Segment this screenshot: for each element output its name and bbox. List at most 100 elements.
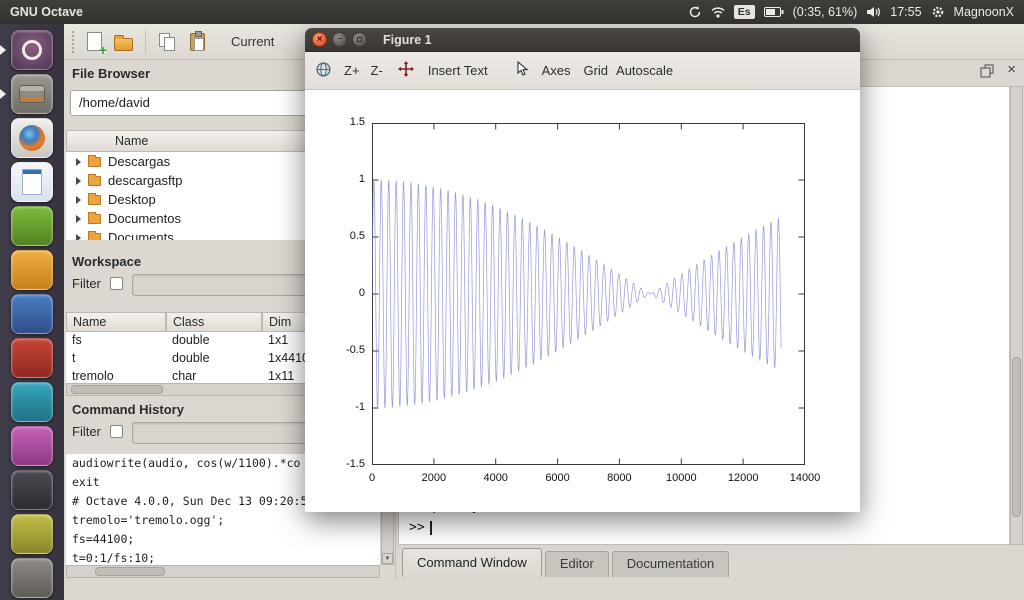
new-script-icon[interactable] bbox=[87, 32, 102, 51]
app-title: GNU Octave bbox=[10, 5, 83, 19]
launcher-icon-app-dark[interactable] bbox=[11, 470, 53, 510]
expander-icon[interactable] bbox=[76, 158, 81, 166]
launcher-icon-app-blue[interactable] bbox=[11, 294, 53, 334]
wifi-icon[interactable] bbox=[711, 6, 725, 18]
x-tick-label: 4000 bbox=[471, 472, 521, 484]
tab-editor[interactable]: Editor bbox=[545, 551, 609, 577]
history-filter-checkbox[interactable] bbox=[110, 425, 123, 438]
axes-button[interactable]: Axes bbox=[542, 63, 571, 78]
history-filter-label: Filter bbox=[72, 424, 101, 439]
text-cursor bbox=[430, 521, 432, 535]
column-header-class[interactable]: Class bbox=[166, 312, 262, 332]
figure-titlebar[interactable]: × − Figure 1 bbox=[305, 28, 860, 52]
launcher-icon-app-grey[interactable] bbox=[11, 558, 53, 598]
y-tick-label: -1.5 bbox=[323, 458, 365, 470]
current-directory-label: Current bbox=[231, 34, 274, 49]
minimize-button[interactable]: − bbox=[332, 32, 347, 47]
command-window-v-scrollbar[interactable] bbox=[1010, 86, 1023, 545]
launcher-icon-app-olive[interactable] bbox=[11, 514, 53, 554]
maximize-button[interactable] bbox=[352, 32, 367, 47]
grid-button[interactable]: Grid bbox=[583, 63, 608, 78]
axes-box[interactable] bbox=[372, 123, 805, 465]
folder-icon bbox=[88, 233, 101, 241]
zoom-out-button[interactable]: Z- bbox=[371, 63, 383, 78]
file-drawer-icon bbox=[19, 85, 45, 103]
history-h-scrollbar[interactable] bbox=[66, 565, 380, 578]
y-tick-label: -1 bbox=[323, 401, 365, 413]
launcher-dock bbox=[0, 24, 64, 600]
bottom-tab-bar: Command Window Editor Documentation bbox=[402, 548, 729, 577]
volume-icon[interactable] bbox=[866, 6, 881, 18]
y-tick-label: -0.5 bbox=[323, 344, 365, 356]
workspace-filter-label: Filter bbox=[72, 276, 101, 291]
plot-canvas[interactable]: 02000400060008000100001200014000 1.510.5… bbox=[305, 90, 860, 512]
y-tick-label: 1 bbox=[323, 173, 365, 185]
launcher-icon-ubuntu-dash[interactable] bbox=[11, 30, 53, 70]
launcher-icon-libreoffice-impress[interactable] bbox=[11, 250, 53, 290]
close-button[interactable]: × bbox=[312, 32, 327, 47]
battery-status[interactable]: (0:35, 61%) bbox=[793, 5, 858, 19]
x-tick-label: 8000 bbox=[594, 472, 644, 484]
history-entry[interactable]: t=0:1/fs:10; bbox=[66, 549, 380, 565]
launcher-icon-libreoffice-calc[interactable] bbox=[11, 206, 53, 246]
history-entry[interactable]: fs=44100; bbox=[66, 530, 380, 549]
zoom-in-button[interactable]: Z+ bbox=[344, 63, 360, 78]
open-file-icon[interactable] bbox=[114, 38, 133, 51]
launcher-icon-app-magenta[interactable] bbox=[11, 426, 53, 466]
folder-icon bbox=[88, 214, 101, 224]
battery-icon[interactable] bbox=[764, 7, 784, 17]
expander-icon[interactable] bbox=[76, 215, 81, 223]
command-history-title: Command History bbox=[72, 402, 184, 417]
keyboard-layout-indicator[interactable]: Es bbox=[734, 5, 755, 19]
toolbar-separator bbox=[145, 30, 146, 54]
expander-icon[interactable] bbox=[76, 177, 81, 185]
workspace-title: Workspace bbox=[72, 254, 141, 269]
folder-name: descargasftp bbox=[108, 173, 182, 188]
launcher-icon-file-manager[interactable] bbox=[11, 74, 53, 114]
folder-name: Desktop bbox=[108, 192, 156, 207]
x-tick-label: 14000 bbox=[780, 472, 830, 484]
autoscale-button[interactable]: Autoscale bbox=[616, 63, 673, 78]
session-gear-icon[interactable] bbox=[931, 5, 945, 19]
copy-icon[interactable] bbox=[158, 32, 178, 52]
tab-command-window[interactable]: Command Window bbox=[402, 548, 542, 577]
folder-name: Documents bbox=[108, 230, 174, 240]
pan-icon[interactable] bbox=[398, 61, 414, 80]
workspace-filter-checkbox[interactable] bbox=[110, 277, 123, 290]
paste-icon[interactable] bbox=[190, 33, 205, 51]
figure-title: Figure 1 bbox=[383, 33, 432, 47]
y-tick-label: 0.5 bbox=[323, 230, 365, 242]
x-tick-label: 10000 bbox=[656, 472, 706, 484]
session-name[interactable]: MagnoonX bbox=[954, 5, 1014, 19]
folder-icon bbox=[88, 176, 101, 186]
x-tick-label: 12000 bbox=[718, 472, 768, 484]
sync-icon[interactable] bbox=[688, 5, 702, 19]
insert-text-button[interactable]: Insert Text bbox=[428, 63, 488, 78]
folder-name: Documentos bbox=[108, 211, 181, 226]
toolbar-grip[interactable] bbox=[72, 31, 75, 53]
system-tray: Es (0:35, 61%) 17:55 MagnoonX bbox=[688, 5, 1014, 19]
figure-toolbar: Z+ Z- Insert Text Axes Grid Autoscale bbox=[305, 52, 860, 90]
figure-window: × − Figure 1 Z+ Z- Insert Text Axes Grid… bbox=[305, 28, 860, 512]
file-browser-title: File Browser bbox=[72, 66, 150, 81]
expander-icon[interactable] bbox=[76, 234, 81, 241]
folder-icon bbox=[88, 157, 101, 167]
tab-documentation[interactable]: Documentation bbox=[612, 551, 729, 577]
history-entry[interactable]: tremolo='tremolo.ogg'; bbox=[66, 511, 380, 530]
undock-icon[interactable] bbox=[980, 64, 994, 83]
launcher-icon-firefox[interactable] bbox=[11, 118, 53, 158]
path-value: /home/david bbox=[79, 95, 150, 110]
launcher-icon-app-red[interactable] bbox=[11, 338, 53, 378]
prompt-line: >> bbox=[409, 517, 487, 538]
expander-icon[interactable] bbox=[76, 196, 81, 204]
close-dock-icon[interactable]: × bbox=[1007, 61, 1016, 78]
axis-tick-marks bbox=[372, 123, 805, 465]
rotate-icon[interactable] bbox=[315, 61, 332, 81]
pointer-icon[interactable] bbox=[516, 61, 528, 80]
launcher-icon-libreoffice-writer[interactable] bbox=[11, 162, 53, 202]
launcher-icon-app-teal[interactable] bbox=[11, 382, 53, 422]
clock[interactable]: 17:55 bbox=[890, 5, 921, 19]
column-header-name[interactable]: Name bbox=[66, 312, 166, 332]
folder-icon bbox=[88, 195, 101, 205]
top-panel: GNU Octave Es (0:35, 61%) 17:55 MagnoonX bbox=[0, 0, 1024, 24]
